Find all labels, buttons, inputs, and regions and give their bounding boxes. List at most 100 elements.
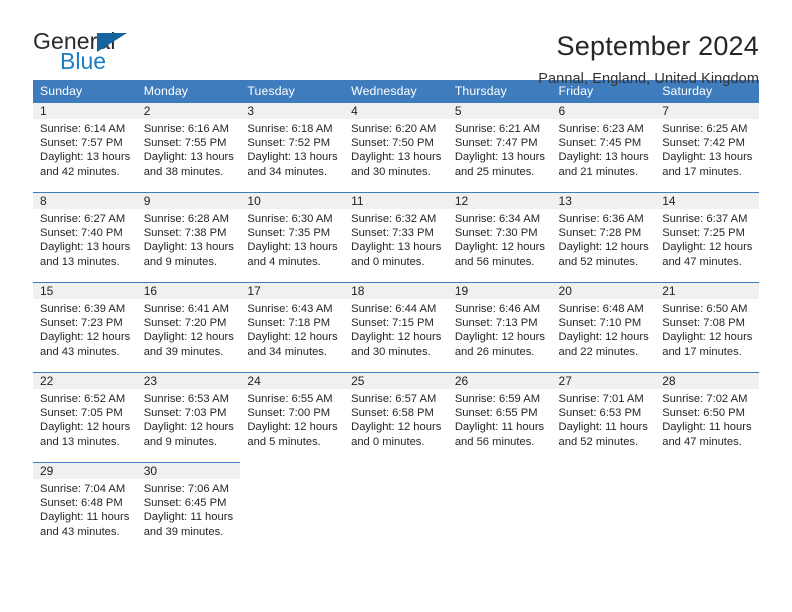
calendar-day-cell[interactable]: 5 Sunrise: 6:21 AM Sunset: 7:47 PM Daylight… [447,102,552,192]
daylight-duration-line1: Daylight: 12 hours [662,241,753,254]
sunrise-time: Sunrise: 6:39 AM [40,303,126,315]
day-number: 16 [136,282,241,299]
daylight-duration-line1: Daylight: 13 hours [247,241,338,254]
calendar-day-cell[interactable]: 13 Sunrise: 6:36 AM Sunset: 7:28 PM Dayligh… [551,192,656,282]
sunset-time: Sunset: 7:45 PM [558,137,642,150]
day-number: 9 [136,192,241,209]
calendar-day-cell[interactable]: 2 Sunrise: 6:16 AM Sunset: 7:55 PM Daylight… [136,102,241,192]
sunrise-time: Sunrise: 6:14 AM [40,123,126,135]
calendar-day-cell[interactable]: 3 Sunrise: 6:18 AM Sunset: 7:52 PM Daylight… [240,102,345,192]
day-cell-content: 14 Sunrise: 6:37 AM Sunset: 7:25 PM Dayligh… [655,192,759,282]
calendar-week-row: 29 Sunrise: 7:04 AM Sunset: 6:48 PM Dayligh… [33,462,759,552]
calendar-day-cell[interactable]: 18 Sunrise: 6:44 AM Sunset: 7:15 PM Dayligh… [344,282,448,372]
daylight-duration-line1: Daylight: 11 hours [143,511,234,524]
sunrise-time: Sunrise: 6:16 AM [143,123,229,135]
day-number: 25 [344,372,448,389]
day-cell-content: 5 Sunrise: 6:21 AM Sunset: 7:47 PM Daylight… [447,102,552,192]
day-cell-content: 13 Sunrise: 6:36 AM Sunset: 7:28 PM Dayligh… [551,192,656,282]
calendar-day-cell[interactable]: 20 Sunrise: 6:48 AM Sunset: 7:10 PM Dayligh… [551,282,656,372]
title-block: September 2024 Pannal, England, United K… [538,30,759,86]
sunrise-time: Sunrise: 7:01 AM [558,393,644,405]
daylight-duration-line2: and 30 minutes. [351,165,431,178]
sunset-time: Sunset: 7:50 PM [351,137,434,150]
day-cell-content: 7 Sunrise: 6:25 AM Sunset: 7:42 PM Daylight… [655,102,759,192]
sunrise-time: Sunrise: 6:55 AM [247,393,333,405]
sunrise-time: Sunrise: 6:46 AM [454,303,541,315]
daylight-duration-line2: and 13 minutes. [40,435,120,448]
day-sun-info: Sunrise: 6:50 AM Sunset: 7:08 PM Daylight:… [655,299,759,359]
sunrise-time: Sunrise: 6:32 AM [351,213,437,225]
day-cell-content [552,462,656,552]
daylight-duration-line2: and 17 minutes. [662,165,742,178]
calendar-day-cell[interactable]: 11 Sunrise: 6:32 AM Sunset: 7:33 PM Dayligh… [344,192,448,282]
daylight-duration-line1: Daylight: 12 hours [40,421,131,434]
calendar-day-cell[interactable]: 26 Sunrise: 6:59 AM Sunset: 6:55 PM Dayligh… [447,372,552,462]
sunrise-time: Sunrise: 6:25 AM [662,123,748,135]
calendar-day-cell[interactable]: 19 Sunrise: 6:46 AM Sunset: 7:13 PM Dayligh… [447,282,552,372]
day-sun-info: Sunrise: 7:02 AM Sunset: 6:50 PM Daylight:… [655,389,759,449]
daylight-duration-line1: Daylight: 12 hours [351,421,442,434]
day-sun-info: Sunrise: 6:41 AM Sunset: 7:20 PM Daylight:… [137,299,241,359]
calendar-day-cell[interactable]: 29 Sunrise: 7:04 AM Sunset: 6:48 PM Dayligh… [33,462,137,552]
calendar-body: 1 Sunrise: 6:14 AM Sunset: 7:57 PM Daylight… [33,102,759,552]
sunset-time: Sunset: 6:48 PM [40,497,123,510]
calendar-day-cell[interactable]: 1 Sunrise: 6:14 AM Sunset: 7:57 PM Daylight… [33,102,137,192]
calendar-day-cell[interactable]: 9 Sunrise: 6:28 AM Sunset: 7:38 PM Daylight… [136,192,241,282]
calendar-day-cell[interactable]: 7 Sunrise: 6:25 AM Sunset: 7:42 PM Daylight… [655,102,759,192]
day-cell-content: 18 Sunrise: 6:44 AM Sunset: 7:15 PM Dayligh… [344,282,448,372]
calendar-day-cell[interactable]: 23 Sunrise: 6:53 AM Sunset: 7:03 PM Dayligh… [136,372,241,462]
day-sun-info: Sunrise: 6:59 AM Sunset: 6:55 PM Daylight:… [448,389,552,449]
calendar-day-cell[interactable]: 30 Sunrise: 7:06 AM Sunset: 6:45 PM Dayligh… [136,462,241,552]
day-number: 19 [447,282,552,299]
daylight-duration-line1: Daylight: 12 hours [40,331,131,344]
calendar-day-cell[interactable]: 14 Sunrise: 6:37 AM Sunset: 7:25 PM Dayligh… [655,192,759,282]
daylight-duration-line1: Daylight: 12 hours [143,421,234,434]
sunrise-time: Sunrise: 6:30 AM [247,213,333,225]
daylight-duration-line2: and 39 minutes. [143,525,224,538]
day-sun-info: Sunrise: 6:25 AM Sunset: 7:42 PM Daylight:… [655,119,759,179]
day-sun-info: Sunrise: 6:34 AM Sunset: 7:30 PM Daylight:… [448,209,552,269]
calendar-day-cell[interactable]: 15 Sunrise: 6:39 AM Sunset: 7:23 PM Dayligh… [33,282,137,372]
calendar-day-cell[interactable]: 12 Sunrise: 6:34 AM Sunset: 7:30 PM Dayligh… [447,192,552,282]
calendar-day-cell[interactable]: 17 Sunrise: 6:43 AM Sunset: 7:18 PM Dayligh… [240,282,345,372]
day-sun-info: Sunrise: 6:37 AM Sunset: 7:25 PM Daylight:… [655,209,759,269]
sunset-time: Sunset: 6:53 PM [558,407,642,420]
calendar-day-cell[interactable]: 22 Sunrise: 6:52 AM Sunset: 7:05 PM Dayligh… [33,372,137,462]
sunset-time: Sunset: 7:20 PM [143,317,227,330]
sunset-time: Sunset: 7:33 PM [351,227,434,240]
calendar-day-cell[interactable]: 4 Sunrise: 6:20 AM Sunset: 7:50 PM Daylight… [344,102,448,192]
calendar-day-cell[interactable]: 16 Sunrise: 6:41 AM Sunset: 7:20 PM Dayligh… [136,282,241,372]
daylight-duration-line2: and 56 minutes. [454,255,535,268]
day-cell-content: 27 Sunrise: 7:01 AM Sunset: 6:53 PM Dayligh… [551,372,656,462]
calendar-day-cell[interactable]: 8 Sunrise: 6:27 AM Sunset: 7:40 PM Daylight… [33,192,137,282]
daylight-duration-line1: Daylight: 13 hours [143,151,234,164]
day-number: 12 [447,192,552,209]
calendar-day-cell[interactable]: 21 Sunrise: 6:50 AM Sunset: 7:08 PM Dayligh… [655,282,759,372]
calendar-empty-cell [240,462,345,552]
sunset-time: Sunset: 7:28 PM [558,227,642,240]
calendar-day-cell[interactable]: 24 Sunrise: 6:55 AM Sunset: 7:00 PM Dayligh… [240,372,345,462]
daylight-duration-line2: and 22 minutes. [558,345,639,358]
calendar-week-row: 22 Sunrise: 6:52 AM Sunset: 7:05 PM Dayligh… [33,372,759,462]
calendar-week-row: 8 Sunrise: 6:27 AM Sunset: 7:40 PM Daylight… [33,192,759,282]
day-cell-content: 6 Sunrise: 6:23 AM Sunset: 7:45 PM Daylight… [551,102,656,192]
sunrise-time: Sunrise: 6:23 AM [558,123,644,135]
daylight-duration-line1: Daylight: 13 hours [40,241,131,254]
calendar-day-cell[interactable]: 10 Sunrise: 6:30 AM Sunset: 7:35 PM Dayligh… [240,192,345,282]
sunset-time: Sunset: 7:03 PM [143,407,227,420]
daylight-duration-line2: and 34 minutes. [247,345,328,358]
calendar-day-cell[interactable]: 28 Sunrise: 7:02 AM Sunset: 6:50 PM Dayligh… [655,372,759,462]
calendar-day-cell[interactable]: 27 Sunrise: 7:01 AM Sunset: 6:53 PM Dayligh… [551,372,656,462]
day-cell-content: 15 Sunrise: 6:39 AM Sunset: 7:23 PM Dayligh… [33,282,137,372]
sunrise-time: Sunrise: 6:21 AM [454,123,541,135]
sunset-time: Sunset: 7:23 PM [40,317,123,330]
calendar-day-cell[interactable]: 25 Sunrise: 6:57 AM Sunset: 6:58 PM Dayligh… [344,372,448,462]
sunset-time: Sunset: 7:55 PM [143,137,227,150]
sunrise-sunset-calendar: Sunday Monday Tuesday Wednesday Thursday Frid… [33,80,759,552]
sunrise-time: Sunrise: 6:57 AM [351,393,437,405]
general-blue-logo[interactable]: General Blue [33,30,141,78]
calendar-day-cell[interactable]: 6 Sunrise: 6:23 AM Sunset: 7:45 PM Daylight… [551,102,656,192]
sunrise-time: Sunrise: 6:27 AM [40,213,126,225]
daylight-duration-line2: and 52 minutes. [558,435,639,448]
day-cell-content: 4 Sunrise: 6:20 AM Sunset: 7:50 PM Daylight… [344,102,448,192]
